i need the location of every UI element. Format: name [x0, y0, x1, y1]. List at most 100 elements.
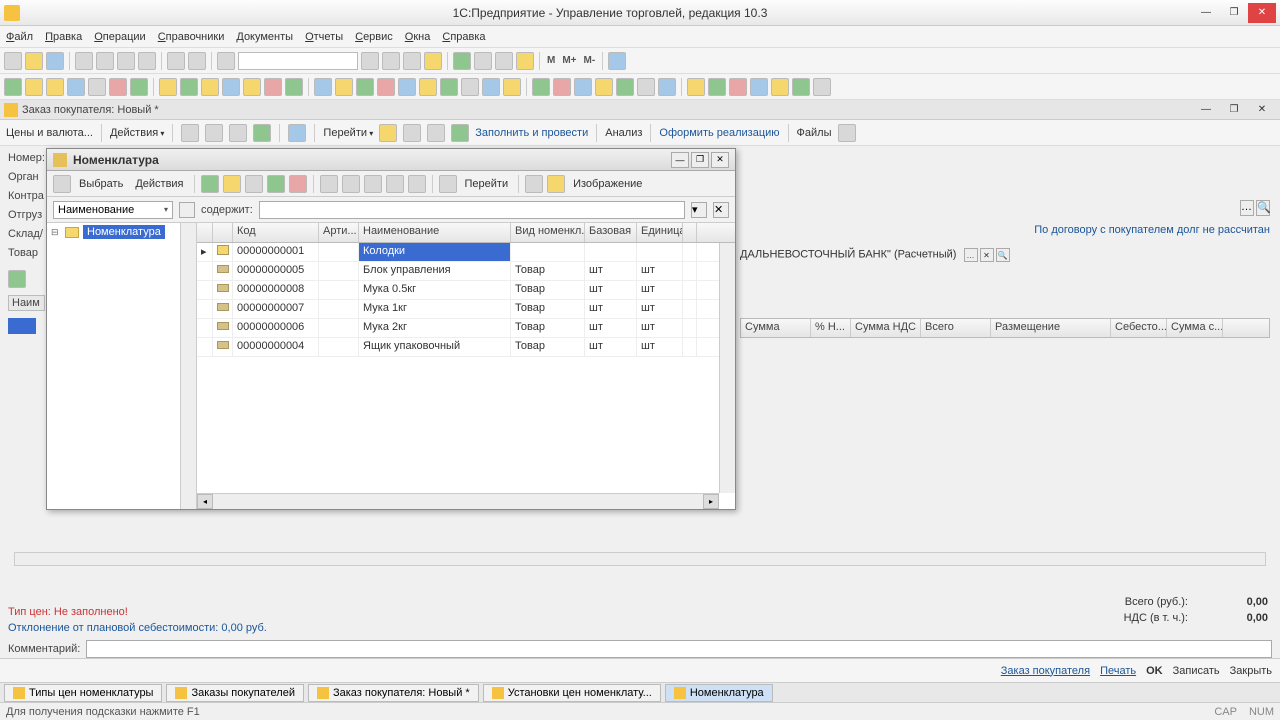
lower-col-header[interactable]: Сумма: [741, 319, 811, 337]
toolbar-icon[interactable]: [792, 78, 810, 96]
redo-icon[interactable]: [188, 52, 206, 70]
grid-hscrollbar[interactable]: ◂ ▸: [197, 493, 719, 509]
taskbar-tab[interactable]: Заказы покупателей: [166, 684, 304, 702]
filter-input[interactable]: [259, 201, 685, 219]
grid-col-header[interactable]: Наименование: [359, 223, 511, 242]
toolbar-icon[interactable]: [364, 175, 382, 193]
grid-vscrollbar[interactable]: [719, 243, 735, 493]
m-minus-button[interactable]: M-: [582, 55, 598, 66]
order-link[interactable]: Заказ покупателя: [1001, 665, 1090, 677]
toolbar-icon[interactable]: [408, 175, 426, 193]
grid-col-header[interactable]: [683, 223, 697, 242]
generic-icon[interactable]: [424, 52, 442, 70]
lower-col-header[interactable]: Сумма с...: [1167, 319, 1223, 337]
dialog-goto-button[interactable]: Перейти: [461, 176, 513, 192]
menu-documents[interactable]: Документы: [236, 31, 293, 43]
grid-row[interactable]: 00000000007Мука 1кгТоварштшт: [197, 300, 735, 319]
doc-maximize-button[interactable]: ❐: [1220, 100, 1248, 120]
menu-operations[interactable]: Операции: [94, 31, 145, 43]
grid-col-header[interactable]: [197, 223, 213, 242]
search-icon[interactable]: [179, 202, 195, 218]
toolbar-icon[interactable]: [314, 78, 332, 96]
goto-button[interactable]: Перейти: [323, 127, 373, 139]
toolbar-icon[interactable]: [658, 78, 676, 96]
menu-help[interactable]: Справка: [442, 31, 485, 43]
toolbar-icon[interactable]: [532, 78, 550, 96]
select-button[interactable]: Выбрать: [75, 176, 127, 192]
add-folder-icon[interactable]: [223, 175, 241, 193]
comment-input[interactable]: [86, 640, 1272, 658]
minimize-button[interactable]: —: [1192, 3, 1220, 23]
delete-icon[interactable]: [289, 175, 307, 193]
refresh-icon[interactable]: [439, 175, 457, 193]
toolbar-icon[interactable]: [440, 78, 458, 96]
toolbar-icon[interactable]: [67, 78, 85, 96]
toolbar-icon[interactable]: [253, 124, 271, 142]
toolbar-icon[interactable]: [813, 78, 831, 96]
close-button[interactable]: Закрыть: [1230, 665, 1272, 677]
search-combo[interactable]: [238, 52, 358, 70]
tree-scrollbar[interactable]: [180, 223, 196, 509]
generic-icon[interactable]: [516, 52, 534, 70]
toolbar-icon[interactable]: [386, 175, 404, 193]
menu-catalogs[interactable]: Справочники: [158, 31, 225, 43]
toolbar-icon[interactable]: [637, 78, 655, 96]
generic-icon[interactable]: [382, 52, 400, 70]
toolbar-icon[interactable]: [181, 124, 199, 142]
toolbar-icon[interactable]: [335, 78, 353, 96]
image-button[interactable]: Изображение: [569, 176, 646, 192]
analysis-button[interactable]: Анализ: [605, 127, 642, 139]
grid-row[interactable]: ▸00000000001Колодки: [197, 243, 735, 262]
doc-minimize-button[interactable]: —: [1192, 100, 1220, 120]
main-hscrollbar[interactable]: [14, 552, 1266, 566]
doc-close-button[interactable]: ✕: [1248, 100, 1276, 120]
tree-root-item[interactable]: ⊟ Номенклатура: [47, 223, 196, 241]
copy-icon[interactable]: [245, 175, 263, 193]
toolbar-icon[interactable]: [574, 78, 592, 96]
taskbar-tab[interactable]: Установки цен номенклату...: [483, 684, 661, 702]
toolbar-icon[interactable]: [243, 78, 261, 96]
toolbar-icon[interactable]: [288, 124, 306, 142]
filter-clear-icon[interactable]: ✕: [713, 202, 729, 218]
dialog-close-button[interactable]: ✕: [711, 152, 729, 168]
print-link[interactable]: Печать: [1100, 665, 1136, 677]
save-button[interactable]: Записать: [1173, 665, 1220, 677]
toolbar-icon[interactable]: [201, 78, 219, 96]
toolbar-icon[interactable]: [616, 78, 634, 96]
toolbar-icon[interactable]: [419, 78, 437, 96]
toolbar-icon[interactable]: [377, 78, 395, 96]
toolbar-icon[interactable]: [285, 78, 303, 96]
toolbar-icon[interactable]: [320, 175, 338, 193]
toolbar-icon[interactable]: [229, 124, 247, 142]
toolbar-icon[interactable]: [461, 78, 479, 96]
ok-button[interactable]: OK: [1146, 665, 1163, 677]
toolbar-icon[interactable]: [729, 78, 747, 96]
generic-icon[interactable]: [138, 52, 156, 70]
toolbar-icon[interactable]: [180, 78, 198, 96]
maximize-button[interactable]: ❐: [1220, 3, 1248, 23]
dots-button[interactable]: …: [1240, 200, 1254, 216]
clear-button[interactable]: ✕: [980, 248, 994, 262]
taskbar-tab[interactable]: Номенклатура: [665, 684, 773, 702]
generic-icon[interactable]: [453, 52, 471, 70]
toolbar-icon[interactable]: [503, 78, 521, 96]
menu-file[interactable]: Файл: [6, 31, 33, 43]
toolbar-icon[interactable]: [222, 78, 240, 96]
scroll-left-icon[interactable]: ◂: [197, 494, 213, 509]
toolbar-icon[interactable]: [403, 124, 421, 142]
generic-icon[interactable]: [495, 52, 513, 70]
grid-row[interactable]: 00000000008Мука 0.5кгТоварштшт: [197, 281, 735, 300]
add-icon[interactable]: [8, 270, 26, 288]
edit-icon[interactable]: [267, 175, 285, 193]
toolbar-icon[interactable]: [109, 78, 127, 96]
toolbar-icon[interactable]: [46, 78, 64, 96]
generic-icon[interactable]: [403, 52, 421, 70]
grid-col-header[interactable]: Единица: [637, 223, 683, 242]
dialog-minimize-button[interactable]: —: [671, 152, 689, 168]
scroll-right-icon[interactable]: ▸: [703, 494, 719, 509]
new-icon[interactable]: [4, 52, 22, 70]
expand-icon[interactable]: ⊟: [51, 227, 61, 238]
toolbar-icon[interactable]: [750, 78, 768, 96]
grid-row[interactable]: 00000000005Блок управленияТоварштшт: [197, 262, 735, 281]
lower-col-header[interactable]: Всего: [921, 319, 991, 337]
